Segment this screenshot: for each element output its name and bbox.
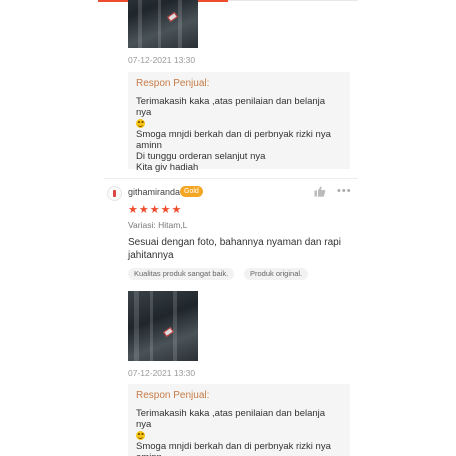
seller-response-line: Terimakasih kaka ,atas penilaian dan bel… xyxy=(136,96,326,118)
tag-chip: Produk original. xyxy=(244,268,309,280)
variation-label: Variasi: Hitam,L xyxy=(128,220,188,230)
seller-response-title: Respon Penjual: xyxy=(136,78,210,89)
reviewer-username[interactable]: githamiranda xyxy=(128,187,180,197)
smiley-emoji-icon xyxy=(136,430,145,440)
star-rating: ★★★★★ xyxy=(128,204,183,216)
seller-response-title: Respon Penjual: xyxy=(136,390,210,401)
more-options-icon[interactable]: ••• xyxy=(337,185,352,197)
gold-badge: Gold xyxy=(180,186,203,197)
tab-underline xyxy=(228,0,358,1)
review-comment: Sesuai dengan foto, bahannya nyaman dan … xyxy=(128,237,341,261)
review-date: 07-12-2021 13:30 xyxy=(128,55,196,65)
seller-response-line: Smoga mnjdi berkah dan di perbnyak rizki… xyxy=(136,129,331,140)
review-date: 07-12-2021 13:30 xyxy=(128,368,196,378)
seller-response: Respon Penjual: Terimakasih kaka ,atas p… xyxy=(128,384,350,456)
seller-response-line: Kita giv hadiah xyxy=(136,162,199,173)
review-divider xyxy=(104,178,358,179)
seller-response-line: Di tunggu orderan selanjut nya xyxy=(136,151,266,162)
tag-chip: Kualitas produk sangat baik. xyxy=(128,268,235,280)
smiley-emoji-icon xyxy=(136,118,145,128)
seller-response-line: Smoga mnjdi berkah dan di perbnyak rizki… xyxy=(136,441,331,452)
seller-response-line: aminn xyxy=(136,452,342,456)
review-photo[interactable] xyxy=(128,0,198,48)
thumbs-up-icon[interactable] xyxy=(314,186,326,197)
review-photo[interactable] xyxy=(128,291,198,361)
seller-response-line: Terimakasih kaka ,atas penilaian dan bel… xyxy=(136,408,326,430)
seller-response-line: aminn xyxy=(136,140,162,151)
seller-response: Respon Penjual: Terimakasih kaka ,atas p… xyxy=(128,72,350,173)
avatar[interactable] xyxy=(107,186,122,201)
